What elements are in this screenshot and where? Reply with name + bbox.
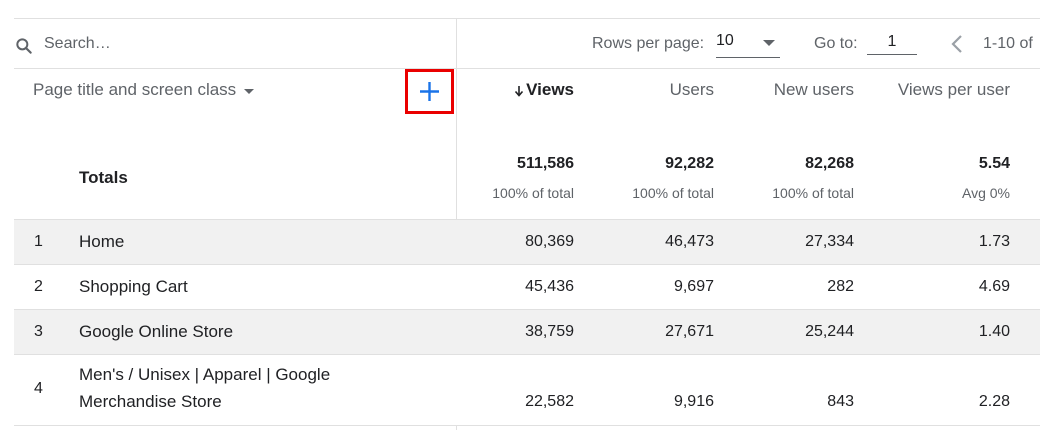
plus-icon	[420, 82, 439, 101]
dimension-header-label: Page title and screen class	[33, 80, 237, 99]
row-new-users: 27,334	[805, 233, 854, 250]
row-views: 45,436	[525, 278, 574, 295]
top-border	[14, 18, 1040, 19]
new-users-column-header[interactable]: New users	[774, 80, 854, 100]
chevron-left-icon[interactable]	[946, 32, 968, 56]
row-new-users: 282	[827, 278, 854, 295]
add-dimension-button[interactable]	[405, 69, 454, 114]
go-to-label: Go to:	[814, 35, 858, 52]
search-input[interactable]	[44, 32, 344, 56]
totals-views: 511,586	[517, 155, 574, 172]
views-header-label: Views	[526, 80, 574, 99]
row-users: 9,697	[673, 278, 714, 295]
row-views: 38,759	[525, 323, 574, 340]
toolbar-divider	[14, 68, 1040, 69]
row-users: 27,671	[665, 323, 714, 340]
row-views: 22,582	[525, 393, 574, 410]
dropdown-arrow-icon	[763, 40, 775, 46]
pagination-range: 1-10 of	[983, 35, 1033, 52]
row-rank: 2	[34, 278, 43, 295]
rows-per-page-label: Rows per page:	[592, 35, 705, 52]
go-to-input[interactable]	[867, 30, 917, 55]
arrow-down-icon	[515, 85, 524, 97]
totals-new-users: 82,268	[805, 155, 854, 172]
totals-label: Totals	[79, 168, 128, 187]
row-page-title-line2: Merchandise Store	[79, 392, 222, 411]
rows-per-page-select[interactable]: 10	[716, 30, 780, 58]
row-new-users: 843	[827, 393, 854, 410]
users-column-header[interactable]: Users	[670, 80, 714, 100]
totals-users: 92,282	[665, 155, 714, 172]
dimension-header[interactable]: Page title and screen class	[33, 80, 255, 100]
totals-views-per-user-sub: Avg 0%	[962, 185, 1010, 201]
views-column-header[interactable]: Views	[514, 80, 574, 100]
views-per-user-column-header[interactable]: Views per user	[898, 80, 1010, 100]
totals-views-sub: 100% of total	[492, 185, 574, 201]
totals-users-sub: 100% of total	[632, 185, 714, 201]
row-rank: 3	[34, 323, 43, 340]
row-views-per-user: 2.28	[978, 393, 1010, 410]
row-page-title: Home	[79, 232, 125, 251]
row-views-per-user: 1.40	[978, 323, 1010, 340]
row-page-title-line1: Men's / Unisex | Apparel | Google	[79, 365, 331, 384]
totals-new-users-sub: 100% of total	[772, 185, 854, 201]
search-icon	[16, 38, 32, 54]
row-divider	[14, 425, 1040, 426]
row-views-per-user: 4.69	[978, 278, 1010, 295]
row-views: 80,369	[525, 233, 574, 250]
row-page-title: Google Online Store	[79, 322, 234, 341]
rows-per-page-value: 10	[716, 32, 734, 49]
row-users: 9,916	[673, 393, 714, 410]
row-views-per-user: 1.73	[978, 233, 1010, 250]
row-users: 46,473	[665, 233, 714, 250]
row-rank: 4	[34, 380, 43, 397]
select-underline	[716, 57, 780, 58]
row-page-title: Shopping Cart	[79, 277, 188, 296]
caret-down-icon	[243, 88, 254, 94]
row-new-users: 25,244	[805, 323, 854, 340]
row-rank: 1	[34, 233, 43, 250]
totals-views-per-user: 5.54	[978, 155, 1010, 172]
